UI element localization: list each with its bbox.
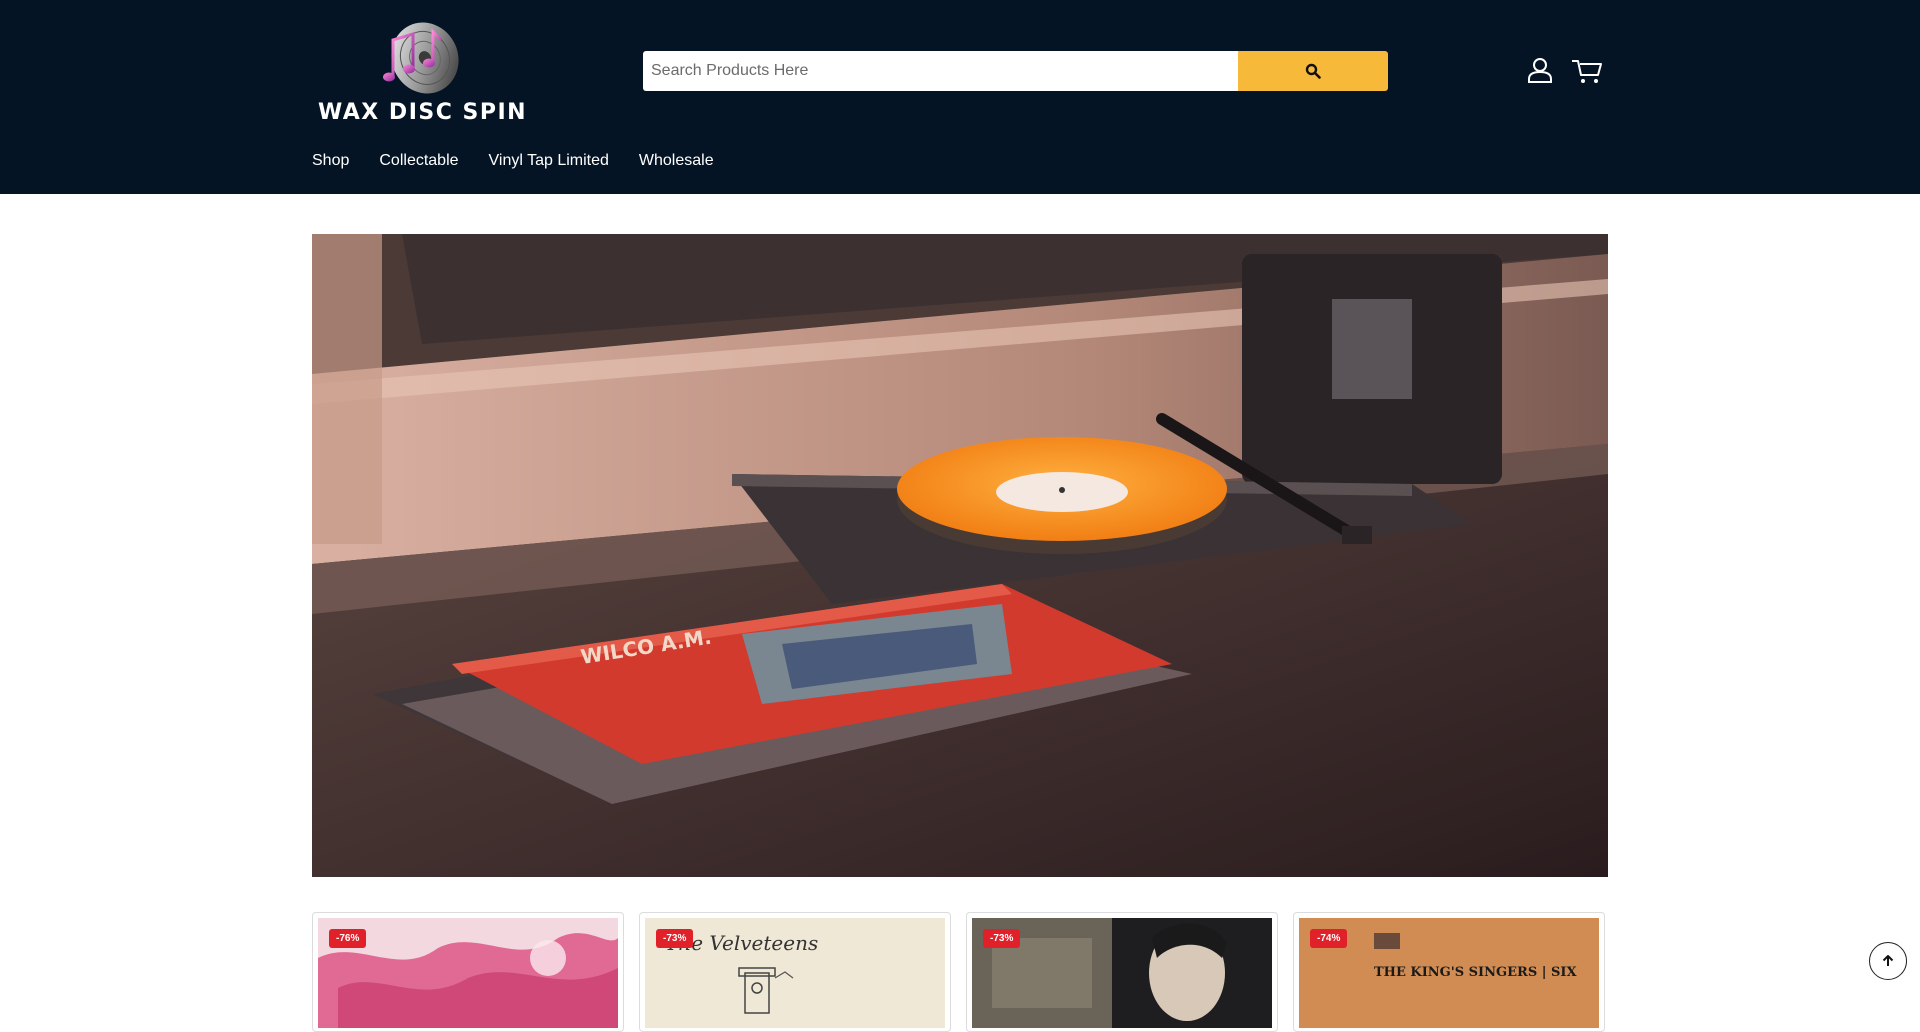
nav-item-collectable[interactable]: Collectable [379,152,458,170]
nav-item-shop[interactable]: Shop [312,152,349,170]
vinyl-disc-logo-icon [383,22,459,94]
search-button[interactable] [1238,51,1388,91]
nav-item-wholesale[interactable]: Wholesale [639,152,714,170]
discount-badge: -73% [656,929,694,948]
product-card[interactable]: The Velveteens -73% [639,912,951,1032]
search-input[interactable] [643,51,1238,91]
hero-banner[interactable]: WILCO A.M. [312,234,1608,877]
discount-badge: -73% [983,929,1021,948]
discount-badge: -74% [1310,929,1348,948]
arrow-up-icon [1882,955,1894,966]
brand-logo[interactable]: WAX DISC SPIN [318,18,528,126]
brand-name: WAX DISC SPIN [318,100,528,125]
main-nav: Shop Collectable Vinyl Tap Limited Whole… [312,152,714,170]
discount-badge: -76% [329,929,367,948]
search-bar [643,51,1388,91]
nav-item-vinyl-tap-limited[interactable]: Vinyl Tap Limited [489,152,609,170]
turntable-photo: WILCO A.M. [312,234,1608,877]
product-card[interactable]: -73% [966,912,1278,1032]
back-to-top-button[interactable] [1869,942,1907,980]
cart-icon[interactable] [1571,57,1604,85]
search-icon [1305,63,1321,79]
product-card[interactable]: -76% [312,912,624,1032]
site-header: WAX DISC SPIN Shop Collectable Vinyl Tap… [0,0,1920,194]
product-card[interactable]: THE KING'S SINGERS | SIX -74% [1293,912,1605,1032]
product-cover-text: THE KING'S SINGERS | SIX [1374,965,1577,980]
product-grid: -76% The Velveteens -73% -73% THE KING'S… [312,912,1608,1032]
user-icon[interactable] [1527,57,1553,83]
